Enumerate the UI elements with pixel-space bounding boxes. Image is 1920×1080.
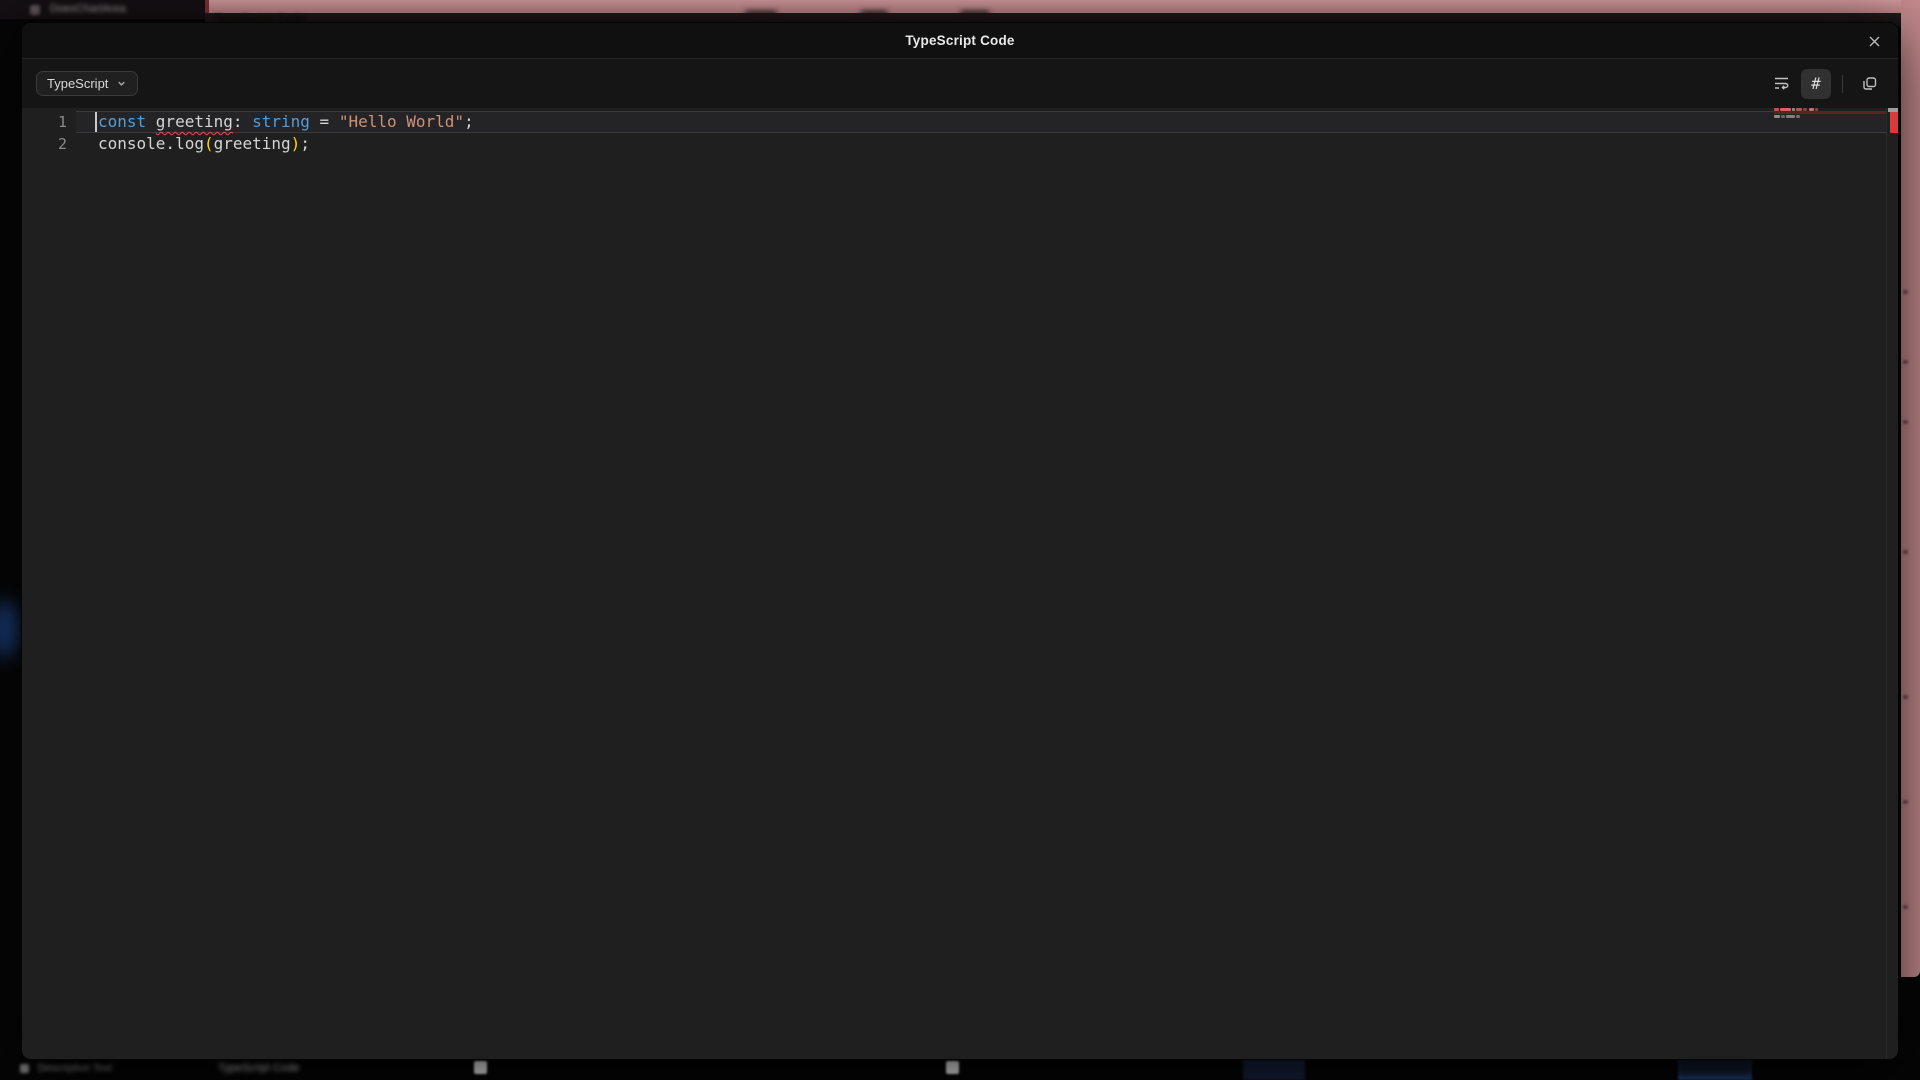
background-pink-right-strip bbox=[1901, 0, 1920, 977]
minimap-mark bbox=[1815, 108, 1818, 111]
code-token: ; bbox=[464, 112, 474, 131]
code-lines: 1 const greeting: string = "Hello World";… bbox=[22, 111, 1898, 155]
close-button[interactable] bbox=[1860, 27, 1888, 55]
scrollbar-track[interactable] bbox=[1887, 108, 1898, 1059]
code-token: ; bbox=[300, 134, 310, 153]
window-icon bbox=[30, 5, 40, 15]
word-wrap-icon bbox=[1772, 74, 1791, 93]
background-checkbox bbox=[474, 1061, 487, 1074]
background-pink-dot bbox=[1903, 695, 1908, 699]
overview-ruler-error-marker bbox=[1890, 112, 1898, 133]
background-pink-dot bbox=[1903, 800, 1908, 804]
code-token: ( bbox=[204, 134, 214, 153]
minimap-mark bbox=[1774, 115, 1780, 118]
code-editor[interactable]: 1 const greeting: string = "Hello World";… bbox=[22, 108, 1898, 1059]
background-blue-button bbox=[1678, 1059, 1752, 1080]
minimap bbox=[1774, 108, 1886, 148]
background-blue-glow bbox=[0, 600, 20, 658]
minimap-error-line bbox=[1774, 111, 1886, 114]
background-smudge bbox=[860, 11, 888, 16]
code-token: string bbox=[252, 112, 310, 131]
minimap-mark bbox=[1809, 108, 1814, 111]
background-pink-band bbox=[205, 0, 1920, 14]
code-modal-dialog: TypeScript Code TypeScript bbox=[21, 22, 1899, 1060]
chevron-down-icon bbox=[116, 78, 127, 89]
modal-title: TypeScript Code bbox=[905, 33, 1014, 48]
code-token: greeting bbox=[156, 112, 233, 131]
minimap-mark bbox=[1796, 115, 1800, 118]
code-token: "Hello World" bbox=[339, 112, 464, 131]
modal-header: TypeScript Code bbox=[22, 23, 1898, 59]
line-number: 1 bbox=[22, 111, 67, 133]
code-token: greeting bbox=[214, 134, 291, 153]
code-line-text: console.log(greeting); bbox=[98, 133, 310, 155]
code-line: 2 console.log(greeting); bbox=[22, 133, 1898, 155]
word-wrap-button[interactable] bbox=[1766, 69, 1796, 99]
background-pink-dot bbox=[1903, 420, 1908, 424]
line-numbers-icon: # bbox=[1811, 74, 1821, 93]
background-smudge bbox=[960, 11, 990, 16]
toolbar-actions: # bbox=[1766, 69, 1884, 99]
copy-button[interactable] bbox=[1854, 69, 1884, 99]
minimap-mark bbox=[1796, 108, 1802, 111]
background-pink-dot bbox=[1903, 290, 1908, 294]
line-number: 2 bbox=[22, 133, 67, 155]
background-bottom-icon bbox=[20, 1064, 29, 1073]
minimap-mark bbox=[1786, 115, 1795, 118]
modal-toolbar: TypeScript # bbox=[22, 59, 1898, 108]
minimap-mark bbox=[1774, 108, 1779, 111]
code-line: 1 const greeting: string = "Hello World"; bbox=[22, 111, 1898, 133]
minimap-mark bbox=[1803, 108, 1807, 111]
background-tab-title: DoesChartArea bbox=[50, 3, 126, 15]
language-dropdown-value: TypeScript bbox=[47, 76, 108, 91]
code-token: console.log bbox=[98, 134, 204, 153]
line-numbers-button[interactable]: # bbox=[1801, 69, 1831, 99]
minimap-mark bbox=[1781, 115, 1785, 118]
background-bottom-left-label: Descriptive Text bbox=[38, 1062, 112, 1074]
background-pink-dot bbox=[1903, 550, 1908, 554]
code-token: : bbox=[233, 112, 252, 131]
code-line-text: const greeting: string = "Hello World"; bbox=[98, 111, 474, 133]
background-bottom-title: TypeScript Code bbox=[218, 1062, 299, 1074]
code-token: const bbox=[98, 112, 156, 131]
code-token: ) bbox=[291, 134, 301, 153]
code-token: = bbox=[310, 112, 339, 131]
minimap-mark bbox=[1792, 108, 1795, 111]
copy-icon bbox=[1861, 75, 1878, 92]
close-icon bbox=[1867, 34, 1882, 49]
background-blue-button bbox=[1243, 1059, 1305, 1080]
background-pink-dot bbox=[1903, 360, 1908, 364]
background-smudge bbox=[745, 11, 777, 16]
background-pink-band-edge bbox=[205, 0, 209, 14]
toolbar-divider bbox=[1842, 75, 1843, 93]
language-dropdown[interactable]: TypeScript bbox=[36, 71, 138, 96]
minimap-mark bbox=[1780, 108, 1791, 111]
background-checkbox bbox=[946, 1061, 959, 1074]
background-pink-dot bbox=[1903, 905, 1908, 909]
